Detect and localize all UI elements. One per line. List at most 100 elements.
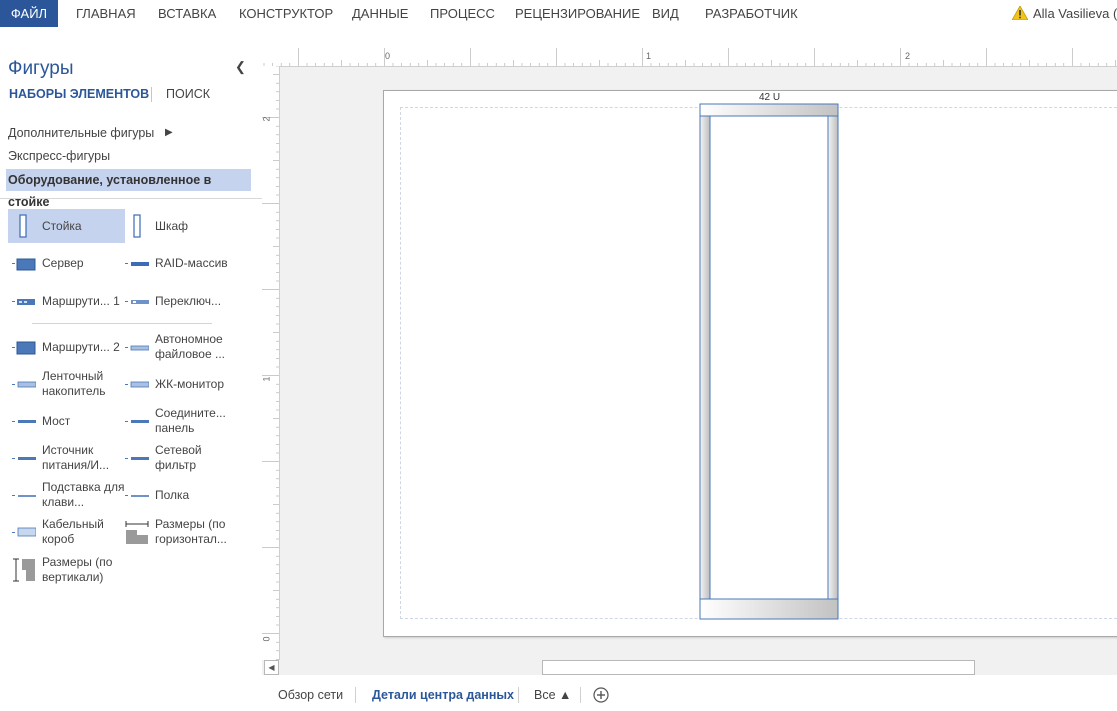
shape-router-1[interactable]: Маршрути... 1 [8,284,125,318]
shape-label: Мост [42,413,71,428]
rack-shape[interactable] [384,91,1117,636]
tab-data[interactable]: ДАННЫЕ [352,0,408,27]
user-account-name[interactable]: Alla Vasilieva (M [1033,0,1117,27]
tab-insert[interactable]: ВСТАВКА [158,0,216,27]
router-1-icon [12,299,35,305]
shape-label: Размеры (по горизонтал... [155,517,227,546]
shape-label: Кабельный короб [42,517,104,546]
shape-label: Размеры (по вертикали) [42,555,113,584]
shape-rack[interactable]: Стойка [8,209,125,243]
chevron-left-icon[interactable]: ❮ [235,59,246,75]
ruler-label: 0 [385,51,391,61]
shape-label: Автономное файловое ... [155,332,225,361]
sheet-tab-datacenter-details[interactable]: Детали центра данных [372,688,514,702]
server-icon [12,258,36,271]
vertical-ruler: 2 1 0 [262,66,280,660]
ruler-label: 0 [261,636,272,642]
nas-icon [125,345,149,351]
raid-array-icon [125,262,149,266]
shape-label: Соедините... панель [155,406,226,435]
ruler-label: 1 [646,51,652,61]
dimension-horizontal-icon [125,521,149,544]
add-sheet-icon[interactable] [593,687,609,703]
shape-cabinet[interactable]: Шкаф [121,209,238,243]
shape-keyboard-tray[interactable]: Подставка для клави... [8,478,125,512]
shape-label: Шкаф [155,218,189,233]
tape-drive-icon [12,381,36,388]
tab-file[interactable]: ФАЙЛ [0,0,58,27]
shape-bridge[interactable]: Мост [8,404,125,438]
shape-label: Ленточный накопитель [42,369,106,398]
router-2-icon [12,341,36,355]
dimension-vertical-icon [13,558,35,582]
shape-shelf[interactable]: Полка [121,478,238,512]
shape-raid-array[interactable]: RAID-массив [121,246,238,280]
shapes-pane: Фигуры ❮ НАБОРЫ ЭЛЕМЕНТОВ ПОИСК Дополнит… [0,40,262,662]
shape-patch-panel[interactable]: Соедините... панель [121,404,238,438]
shape-label: Полка [155,487,190,502]
tab-developer[interactable]: РАЗРАБОТЧИК [705,0,798,27]
sheet-separator [355,687,356,703]
rack-size-label: 42 U [759,92,781,103]
tab-design[interactable]: КОНСТРУКТОР [239,0,333,27]
power-strip-icon [125,457,149,460]
shape-power-supply[interactable]: Источник питания/И... [8,441,125,475]
switch-icon [125,300,149,304]
lcd-monitor-icon [125,381,149,388]
tab-view[interactable]: ВИД [652,0,679,27]
stencil-label: Оборудование, установленное в стойке [8,173,212,209]
tab-process[interactable]: ПРОЦЕСС [430,0,495,27]
shapes-pane-title: Фигуры [8,58,74,79]
shelf-icon [125,495,149,497]
keyboard-tray-icon [12,495,36,497]
ruler-label: 2 [905,51,911,61]
tab-review[interactable]: РЕЦЕНЗИРОВАНИЕ [515,0,640,27]
shape-lcd-monitor[interactable]: ЖК-монитор [121,367,238,401]
shape-label: Источник питания/И... [42,443,110,472]
warning-icon[interactable] [1012,6,1028,20]
shape-router-2[interactable]: Маршрути... 2 [8,330,125,364]
ruler-ticks [262,66,279,660]
stencil-label: Экспресс-фигуры [8,149,111,163]
shape-label: Сетевой фильтр [155,443,202,472]
shape-label: Подставка для клави... [42,480,125,509]
tab-stencil-sets[interactable]: НАБОРЫ ЭЛЕМЕНТОВ [9,87,149,101]
patch-panel-icon [125,420,149,423]
shape-label: Маршрути... 1 [42,293,120,308]
scroll-thumb[interactable] [542,660,975,675]
ruler-ticks [263,48,1116,66]
sheet-separator [518,687,519,703]
scroll-left-button[interactable]: ◀ [264,660,279,675]
shape-dimension-vertical[interactable]: Размеры (по вертикали) [8,553,125,587]
ruler-label: 1 [261,376,272,382]
shape-server[interactable]: Сервер [8,246,125,280]
shape-label: RAID-массив [155,255,228,270]
stencil-more-shapes[interactable]: Дополнительные фигуры ▶ [6,122,251,144]
tab-separator [151,87,152,102]
shape-switch[interactable]: Переключ... [121,284,238,318]
stencil-quick-shapes[interactable]: Экспресс-фигуры [6,145,251,167]
sheet-tab-network-overview[interactable]: Обзор сети [278,688,343,702]
sheet-tab-bar: Обзор сети Детали центра данных Все ▲ [262,676,1117,711]
drawing-page[interactable]: 42 U [383,90,1117,637]
drawing-canvas[interactable]: 42 U [280,67,1117,660]
shape-dimension-horizontal[interactable]: Размеры (по горизонтал... [121,515,238,549]
shape-label: ЖК-монитор [155,376,225,391]
bridge-icon [12,420,36,423]
all-sheets-button[interactable]: Все ▲ [534,688,571,702]
cabinet-icon [133,214,141,238]
stencil-rack-equipment[interactable]: Оборудование, установленное в стойке [6,169,251,209]
ruler-label: 2 [261,116,272,122]
shape-power-strip[interactable]: Сетевой фильтр [121,441,238,475]
tab-search[interactable]: ПОИСК [166,87,210,101]
stencil-label: Дополнительные фигуры [8,126,155,140]
tab-home[interactable]: ГЛАВНАЯ [76,0,136,27]
cable-tray-icon [12,527,36,537]
ribbon-tab-bar: ФАЙЛ ГЛАВНАЯ ВСТАВКА КОНСТРУКТОР ДАННЫЕ … [0,0,1117,28]
shape-label: Стойка [42,218,82,233]
shape-nas[interactable]: Автономное файловое ... [121,330,238,364]
shape-tape-drive[interactable]: Ленточный накопитель [8,367,125,401]
horizontal-scrollbar[interactable]: ◀ [262,660,1117,675]
chevron-right-icon: ▶ [165,127,173,138]
shape-cable-tray[interactable]: Кабельный короб [8,515,125,549]
